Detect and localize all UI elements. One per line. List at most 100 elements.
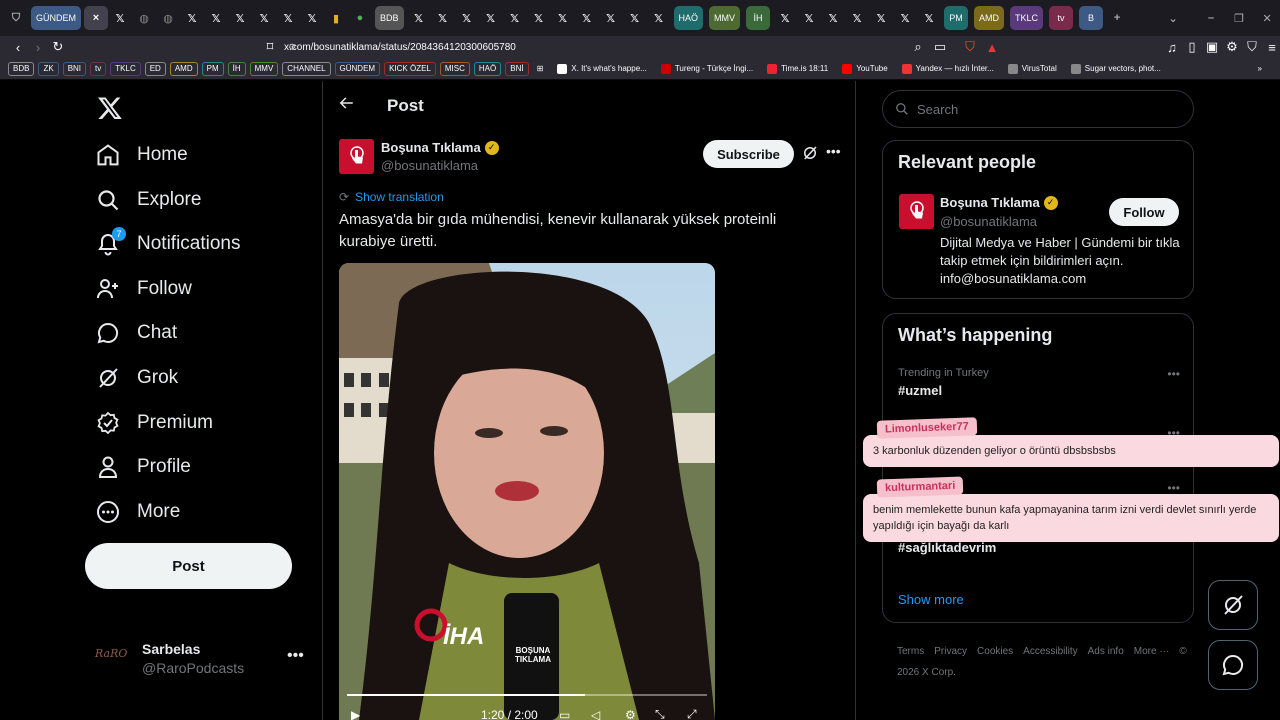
url-text[interactable]: x.com/bosunatiklama/status/2084364120300…: [284, 42, 516, 53]
tab-x-icon[interactable]: 𝕏: [108, 6, 132, 30]
tab-x-icon[interactable]: 𝕏: [407, 6, 431, 30]
tab-x-icon[interactable]: 𝕏: [527, 6, 551, 30]
grok-floating-button[interactable]: [1208, 580, 1258, 630]
bookmark-link[interactable]: YouTube: [838, 62, 891, 76]
tab-x-icon[interactable]: 𝕏: [797, 6, 821, 30]
bookmark-link[interactable]: Time.is 18:11: [763, 62, 832, 76]
follow-button[interactable]: Follow: [1109, 198, 1179, 226]
reload-icon[interactable]: ↻: [48, 37, 68, 57]
tab-x-icon[interactable]: 𝕏: [773, 6, 797, 30]
tab-x-icon[interactable]: 𝕏: [252, 6, 276, 30]
tab-x-icon[interactable]: 𝕏: [845, 6, 869, 30]
tab-bdb[interactable]: BDB: [375, 6, 404, 30]
avatar[interactable]: [899, 194, 934, 229]
nav-item-notifications[interactable]: 7 Notifications: [95, 224, 241, 264]
show-translation-link[interactable]: ⟳ Show translation: [339, 190, 444, 204]
search-input[interactable]: [917, 101, 1167, 117]
forward-icon[interactable]: ›: [28, 37, 48, 57]
bookmark-folder[interactable]: PM: [201, 61, 224, 76]
tab-x-icon[interactable]: 𝕏: [276, 6, 300, 30]
new-tab-icon[interactable]: +: [1105, 6, 1129, 30]
settings-icon[interactable]: ⚙: [1222, 37, 1242, 57]
bookmark-folder[interactable]: MMV: [249, 61, 279, 76]
bookmark-link[interactable]: X. It's what's happe...: [553, 62, 651, 76]
author-name[interactable]: Boşuna Tıklama ✓: [381, 140, 499, 155]
bookmark-folder[interactable]: BDB: [8, 61, 35, 76]
video-player[interactable]: İHA BOŞUNA TIKLAMA ▶ 1:20 / 2:00 ▭ ◁ ⚙ ⤡…: [339, 263, 715, 720]
bookmark-folder[interactable]: ED: [144, 61, 166, 76]
bookmark-folder[interactable]: AMD: [169, 61, 198, 76]
chat-floating-button[interactable]: [1208, 640, 1258, 690]
nav-item-follow[interactable]: Follow: [95, 269, 192, 309]
nav-item-grok[interactable]: Grok: [95, 358, 178, 398]
nav-item-premium[interactable]: Premium: [95, 403, 213, 443]
reader-icon[interactable]: ▭: [930, 37, 950, 57]
nav-item-explore[interactable]: Explore: [95, 180, 201, 220]
bookmark-link[interactable]: Tureng - Türkçe İngi...: [657, 62, 757, 76]
tab-x-icon[interactable]: 𝕏: [575, 6, 599, 30]
tab-globe-icon[interactable]: ◍: [156, 6, 180, 30]
volume-icon[interactable]: ◁: [591, 708, 600, 720]
bookmark-folder[interactable]: tv: [90, 61, 107, 76]
tab-x-icon[interactable]: 𝕏: [455, 6, 479, 30]
tab-x-icon[interactable]: 𝕏: [503, 6, 527, 30]
post-button[interactable]: Post: [85, 543, 292, 589]
tab-google-icon[interactable]: ●: [348, 6, 372, 30]
author-handle[interactable]: @bosunatiklama: [381, 158, 478, 173]
bookmark-folder[interactable]: ZK: [38, 61, 59, 76]
sidebar-icon[interactable]: ▯: [1182, 37, 1202, 57]
more-dots-icon[interactable]: •••: [826, 143, 841, 159]
tab-x-icon[interactable]: 𝕏: [869, 6, 893, 30]
account-switcher[interactable]: RaRO Sarbelas @RaroPodcasts •••: [95, 639, 305, 679]
tab-x-icon[interactable]: 𝕏: [599, 6, 623, 30]
media-icon[interactable]: ♫: [1162, 37, 1182, 57]
vpn-icon[interactable]: ⛉: [1242, 37, 1262, 57]
nav-item-home[interactable]: Home: [95, 135, 188, 175]
bookmark-folder[interactable]: TKLC: [110, 61, 141, 76]
video-progress-bar[interactable]: [347, 694, 707, 696]
bookmark-link[interactable]: VirusTotal: [1004, 62, 1061, 76]
play-icon[interactable]: ▶: [351, 708, 360, 720]
footer-link[interactable]: Privacy: [934, 646, 967, 657]
tab-gundem[interactable]: GÜNDEM: [31, 6, 81, 30]
tab-x-icon[interactable]: 𝕏: [551, 6, 575, 30]
footer-link[interactable]: Terms: [897, 646, 924, 657]
tab-ih[interactable]: İH: [746, 6, 771, 30]
tab-flag-icon[interactable]: ▮: [324, 6, 348, 30]
nav-item-more[interactable]: More: [95, 492, 180, 532]
tab-close-icon[interactable]: ×: [84, 6, 108, 30]
bookmark-folder[interactable]: CHANNEL: [282, 61, 331, 76]
bookmark-folder[interactable]: KICK ÖZEL: [384, 61, 436, 76]
nav-item-profile[interactable]: Profile: [95, 447, 191, 487]
bookmark-folder[interactable]: BNİ: [505, 61, 529, 76]
tab-x-icon[interactable]: 𝕏: [300, 6, 324, 30]
trend-item[interactable]: Trending in Turkey #uzmel •••: [898, 367, 1180, 398]
tab-amd[interactable]: AMD: [974, 6, 1005, 30]
tab-globe-icon[interactable]: ◍: [132, 6, 156, 30]
footer-link[interactable]: Cookies: [977, 646, 1013, 657]
tab-x-icon[interactable]: 𝕏: [647, 6, 671, 30]
bookmark-folder[interactable]: HAÖ: [473, 61, 502, 76]
minimize-icon[interactable]: –: [1199, 6, 1223, 30]
tab-b[interactable]: B: [1079, 6, 1104, 30]
bookmark-folder[interactable]: BNI: [62, 61, 87, 76]
more-dots-icon[interactable]: •••: [287, 647, 304, 665]
brave-shield-icon[interactable]: ⛉: [960, 37, 980, 57]
menu-icon[interactable]: ≡: [1262, 37, 1280, 57]
bookmark-folder[interactable]: İH: [227, 61, 246, 76]
tab-x-icon[interactable]: 𝕏: [917, 6, 941, 30]
site-info-icon[interactable]: ⚙: [288, 42, 296, 53]
bookmark-link[interactable]: Sugar vectors, phot...: [1067, 62, 1165, 76]
footer-link[interactable]: More ···: [1134, 646, 1170, 657]
url-bar[interactable]: ⚙ x.com/bosunatiklama/status/20843641203…: [256, 37, 1006, 57]
back-icon[interactable]: ‹: [8, 37, 28, 57]
fullscreen-icon[interactable]: ⤢: [687, 707, 697, 720]
tab-x-icon[interactable]: 𝕏: [204, 6, 228, 30]
nav-item-chat[interactable]: Chat: [95, 313, 177, 353]
rewards-icon[interactable]: ▲: [982, 37, 1002, 57]
apps-grid-icon[interactable]: ⊞: [533, 62, 548, 76]
video-settings-icon[interactable]: ⚙: [625, 708, 636, 720]
tab-x-icon[interactable]: 𝕏: [893, 6, 917, 30]
back-arrow-icon[interactable]: [337, 94, 355, 117]
tab-x-icon[interactable]: 𝕏: [623, 6, 647, 30]
